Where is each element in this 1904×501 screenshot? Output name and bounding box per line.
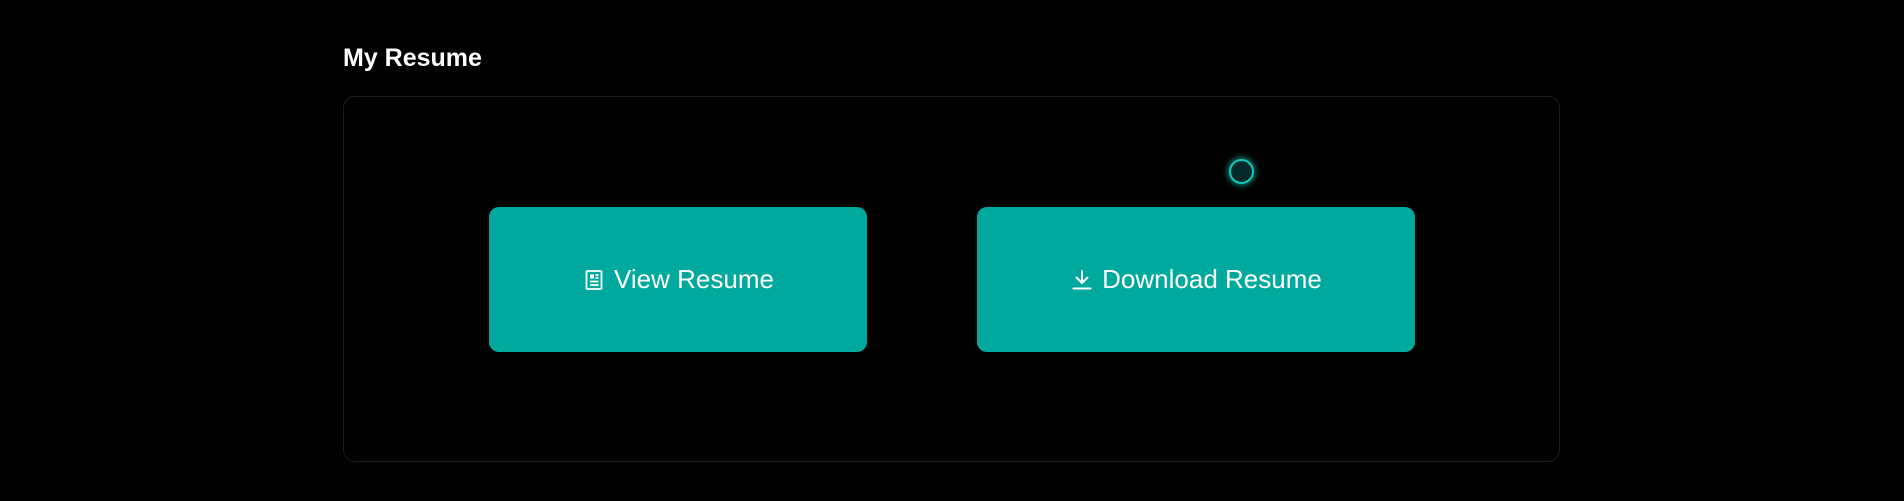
page: My Resume View Resume Download Resume [0,0,1904,501]
download-resume-button[interactable]: Download Resume [977,207,1415,352]
document-icon [582,268,606,292]
cursor-indicator [1229,159,1254,184]
section-title: My Resume [343,44,482,72]
view-resume-button[interactable]: View Resume [489,207,867,352]
download-icon [1070,268,1094,292]
download-resume-label: Download Resume [1102,264,1322,294]
view-resume-label: View Resume [614,264,774,294]
